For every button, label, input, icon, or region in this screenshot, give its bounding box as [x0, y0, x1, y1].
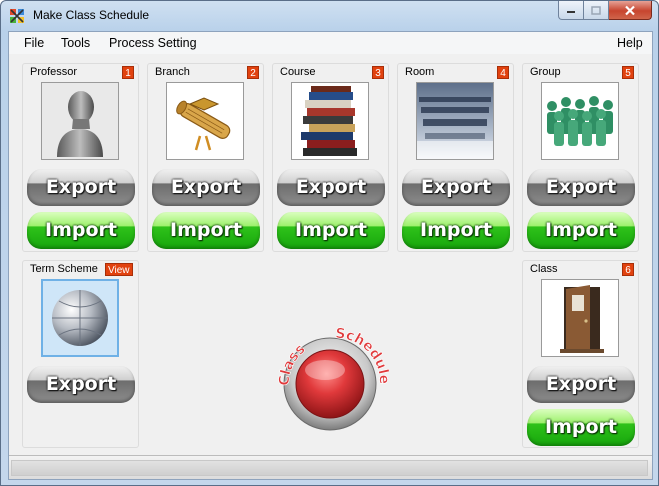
professor-picture[interactable] — [41, 82, 119, 160]
make-schedule-button[interactable]: Class Schedule — [271, 310, 392, 432]
branch-export-button[interactable]: Export — [152, 169, 260, 206]
panel-label: Group — [530, 66, 561, 78]
class-panel: Class 6 Export Import — [522, 260, 639, 448]
app-icon — [10, 9, 24, 23]
book-stack-icon — [301, 86, 357, 156]
branch-picture[interactable] — [166, 82, 244, 160]
course-picture[interactable] — [291, 82, 369, 160]
group-picture[interactable] — [541, 82, 619, 160]
course-export-button[interactable]: Export — [277, 169, 385, 206]
term-scheme-panel: Term Scheme View Export — [22, 260, 139, 448]
room-picture[interactable] — [416, 82, 494, 160]
app-window: Make Class Schedule File Tools Process S… — [0, 0, 659, 486]
menu-tools[interactable]: Tools — [61, 36, 90, 50]
step-badge: 6 — [622, 263, 634, 276]
open-door-icon — [560, 285, 604, 353]
room-export-button[interactable]: Export — [402, 169, 510, 206]
menu-file[interactable]: File — [24, 36, 44, 50]
people-crowd-icon — [547, 96, 613, 146]
class-import-button[interactable]: Import — [527, 409, 635, 446]
status-bar — [9, 455, 652, 479]
minimize-icon — [567, 11, 575, 13]
class-export-button[interactable]: Export — [527, 366, 635, 403]
maximize-button[interactable] — [584, 1, 609, 20]
menu-bar: File Tools Process Setting Help — [9, 32, 652, 54]
step-badge: 5 — [622, 66, 634, 79]
term-scheme-export-button[interactable]: Export — [27, 366, 135, 403]
group-panel: Group 5 Export Import — [522, 63, 639, 252]
group-export-button[interactable]: Export — [527, 169, 635, 206]
professor-export-button[interactable]: Export — [27, 169, 135, 206]
step-badge: 2 — [247, 66, 259, 79]
make-schedule-graphic: Class Schedule — [276, 325, 392, 431]
panel-label: Branch — [155, 66, 190, 78]
room-panel: Room 4 Export Import — [397, 63, 514, 252]
title-bar: Make Class Schedule — [1, 1, 658, 31]
panel-label: Term Scheme — [30, 263, 98, 275]
close-icon — [625, 5, 635, 15]
menu-help[interactable]: Help — [617, 36, 643, 50]
term-scheme-picture[interactable] — [41, 279, 119, 357]
maximize-icon — [591, 5, 601, 15]
room-import-button[interactable]: Import — [402, 212, 510, 249]
window-controls — [558, 1, 652, 20]
view-badge[interactable]: View — [105, 263, 133, 276]
puzzle-globe-icon — [52, 290, 108, 346]
panel-label: Class — [530, 263, 558, 275]
minimize-button[interactable] — [558, 1, 584, 20]
status-progress-track — [11, 460, 648, 476]
menu-process-setting[interactable]: Process Setting — [109, 36, 197, 50]
professor-bust-icon — [57, 91, 103, 157]
auditorium-seats-icon — [417, 97, 493, 159]
course-panel: Course 3 Export Import — [272, 63, 389, 252]
diploma-scroll-icon — [176, 97, 231, 151]
step-badge: 4 — [497, 66, 509, 79]
group-import-button[interactable]: Import — [527, 212, 635, 249]
course-import-button[interactable]: Import — [277, 212, 385, 249]
window-title: Make Class Schedule — [33, 8, 150, 22]
step-badge: 1 — [122, 66, 134, 79]
client-area: File Tools Process Setting Help Professo… — [8, 31, 653, 480]
panel-label: Room — [405, 66, 435, 78]
professor-import-button[interactable]: Import — [27, 212, 135, 249]
professor-panel: Professor 1 Export Import — [22, 63, 139, 252]
close-button[interactable] — [609, 1, 652, 20]
step-badge: 3 — [372, 66, 384, 79]
branch-import-button[interactable]: Import — [152, 212, 260, 249]
branch-panel: Branch 2 Export Import — [147, 63, 264, 252]
panel-label: Course — [280, 66, 316, 78]
panel-label: Professor — [30, 66, 78, 78]
class-picture[interactable] — [541, 279, 619, 357]
